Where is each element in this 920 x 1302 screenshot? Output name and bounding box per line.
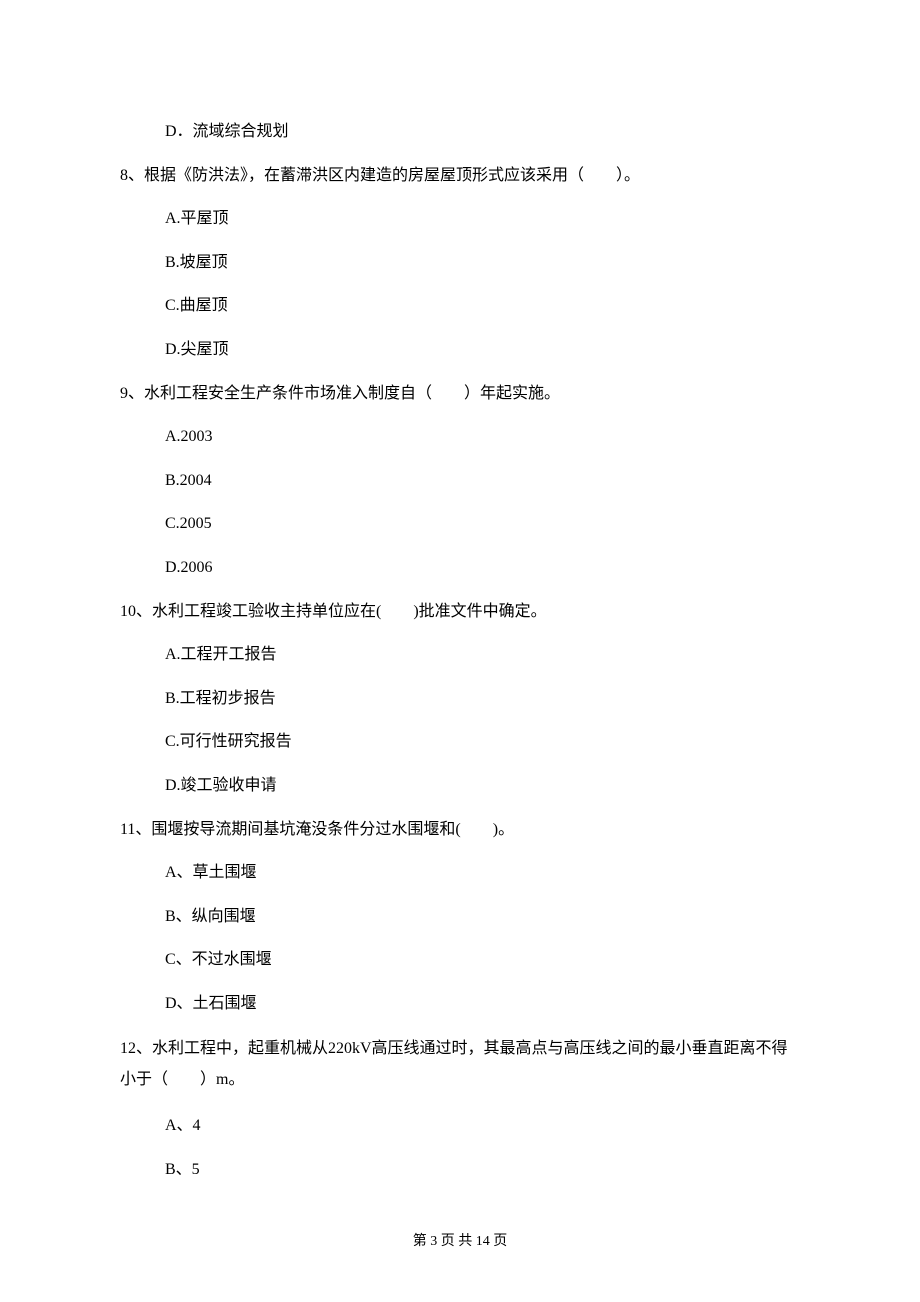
q10-option-a: A.工程开工报告 <box>120 633 800 677</box>
q8-option-b: B.坡屋顶 <box>120 241 800 285</box>
q10-option-d: D.竣工验收申请 <box>120 764 800 808</box>
q12-option-a: A、4 <box>120 1104 800 1148</box>
q11-option-d: D、土石围堰 <box>120 982 800 1026</box>
q8-option-a: A.平屋顶 <box>120 197 800 241</box>
q9-option-b: B.2004 <box>120 459 800 503</box>
page-footer: 第 3 页 共 14 页 <box>0 1230 920 1250</box>
q10-text: 10、水利工程竣工验收主持单位应在( )批准文件中确定。 <box>120 590 800 634</box>
q7-option-d: D．流域综合规划 <box>120 110 800 154</box>
q10-option-c: C.可行性研究报告 <box>120 720 800 764</box>
q8-text: 8、根据《防洪法》，在蓄滞洪区内建造的房屋屋顶形式应该采用（ ）。 <box>120 154 800 198</box>
q9-option-d: D.2006 <box>120 546 800 590</box>
q9-text: 9、水利工程安全生产条件市场准入制度自（ ）年起实施。 <box>120 372 800 416</box>
q11-option-b: B、纵向围堰 <box>120 895 800 939</box>
q8-option-d: D.尖屋顶 <box>120 328 800 372</box>
q11-text: 11、围堰按导流期间基坑淹没条件分过水围堰和( )。 <box>120 808 800 852</box>
q11-option-a: A、草土围堰 <box>120 851 800 895</box>
q9-option-a: A.2003 <box>120 415 800 459</box>
q10-option-b: B.工程初步报告 <box>120 677 800 721</box>
q12-option-b: B、5 <box>120 1148 800 1192</box>
q12-text: 12、水利工程中，起重机械从220kV高压线通过时，其最高点与高压线之间的最小垂… <box>120 1025 800 1104</box>
q9-option-c: C.2005 <box>120 502 800 546</box>
q8-option-c: C.曲屋顶 <box>120 284 800 328</box>
q11-option-c: C、不过水围堰 <box>120 938 800 982</box>
